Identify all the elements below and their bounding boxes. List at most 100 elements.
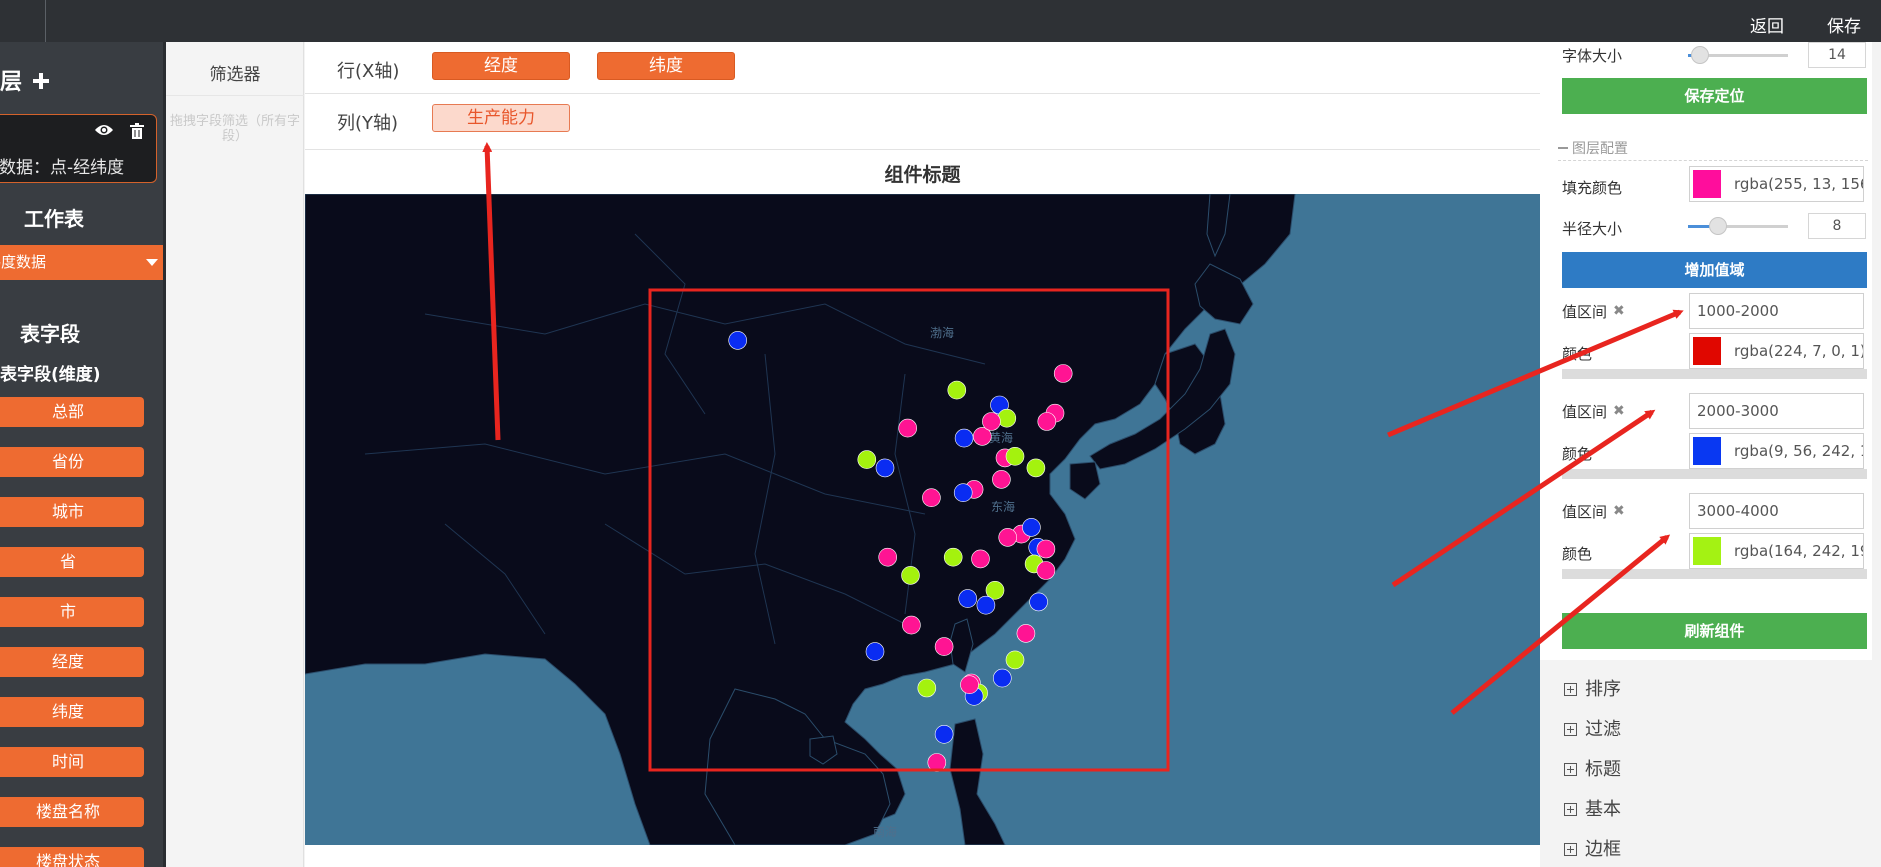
refresh-component-button[interactable]: 刷新组件: [1562, 613, 1867, 649]
range-color-picker[interactable]: rgba(9, 56, 242, 1): [1689, 433, 1864, 469]
layer-config-label: 图层配置: [1572, 141, 1628, 157]
delete-range-icon[interactable]: ✖: [1613, 503, 1625, 519]
radius-slider[interactable]: [1688, 217, 1788, 235]
map-point[interactable]: [902, 615, 921, 635]
map-point[interactable]: [953, 483, 973, 503]
field-chip[interactable]: 纬度: [0, 697, 144, 727]
range-input[interactable]: 3000-4000: [1689, 493, 1864, 529]
field-chip[interactable]: 省份: [0, 447, 144, 477]
map-point[interactable]: [934, 637, 954, 656]
dimension-title: 表字段(维度): [0, 365, 101, 385]
map-chart[interactable]: 渤海黄海东海南海: [305, 194, 1540, 845]
map-point[interactable]: [1053, 364, 1073, 383]
x-field-chip[interactable]: 纬度: [597, 52, 735, 80]
delete-range-icon[interactable]: ✖: [1613, 303, 1625, 319]
map-point[interactable]: [898, 418, 918, 438]
range-color-picker[interactable]: rgba(164, 242, 19, 1): [1689, 533, 1864, 569]
range-input[interactable]: 1000-2000: [1689, 293, 1864, 329]
map-point[interactable]: [1036, 561, 1056, 580]
accordion-label: 边框: [1585, 839, 1621, 860]
fill-color-swatch[interactable]: [1693, 170, 1721, 198]
map-point[interactable]: [865, 642, 885, 661]
map-point[interactable]: [927, 753, 947, 772]
accordion-item[interactable]: 过滤: [1564, 715, 1621, 741]
field-chip[interactable]: 省: [0, 547, 144, 577]
map-point[interactable]: [997, 408, 1017, 428]
font-size-slider[interactable]: [1688, 46, 1788, 64]
save-position-button[interactable]: 保存定位: [1562, 78, 1867, 114]
back-button[interactable]: 返回: [1750, 12, 1784, 37]
layer-card-label: 数据：点-经纬度: [0, 158, 125, 178]
layer-card[interactable]: 数据：点-经纬度: [0, 114, 157, 183]
map-point[interactable]: [1005, 446, 1025, 466]
range-color-value: rgba(164, 242, 19, 1): [1734, 542, 1863, 560]
map-point[interactable]: [1026, 458, 1046, 478]
field-chip[interactable]: 楼盘名称: [0, 797, 144, 827]
map-point[interactable]: [992, 668, 1012, 688]
range-color-swatch[interactable]: [1693, 537, 1721, 565]
map-point[interactable]: [971, 549, 990, 569]
field-chip[interactable]: 城市: [0, 497, 144, 527]
fill-color-picker[interactable]: rgba(255, 13, 156, 1): [1689, 166, 1864, 202]
save-button[interactable]: 保存: [1827, 12, 1861, 37]
map-point[interactable]: [901, 566, 920, 585]
radius-input[interactable]: 8: [1808, 213, 1866, 239]
field-chip[interactable]: 经度: [0, 647, 144, 677]
range-label: 值区间: [1562, 403, 1608, 421]
map-point[interactable]: [958, 589, 978, 608]
sea-label: 东海: [991, 499, 1015, 514]
map-point[interactable]: [917, 678, 937, 698]
map-point[interactable]: [878, 547, 898, 567]
filter-drop-hint[interactable]: 拖拽字段筛选（所有字段）: [166, 114, 304, 144]
worksheet-select[interactable]: 纬度数据: [0, 245, 163, 280]
map-point[interactable]: [982, 412, 1001, 431]
accordion-item[interactable]: 排序: [1564, 675, 1621, 701]
range-input[interactable]: 2000-3000: [1689, 393, 1864, 429]
map-point[interactable]: [960, 675, 979, 695]
map-point[interactable]: [954, 428, 974, 448]
radius-label: 半径大小: [1562, 220, 1623, 238]
eye-icon[interactable]: [94, 123, 114, 137]
map-point[interactable]: [943, 547, 963, 567]
accordion-item[interactable]: 基本: [1564, 795, 1621, 821]
trash-icon[interactable]: [130, 123, 144, 139]
expand-icon: [1564, 683, 1577, 696]
map-point[interactable]: [1016, 624, 1036, 643]
map-point[interactable]: [728, 331, 748, 350]
accordion-label: 排序: [1585, 679, 1621, 700]
map-point[interactable]: [1037, 412, 1057, 431]
map-point[interactable]: [947, 380, 967, 400]
field-chip[interactable]: 时间: [0, 747, 144, 777]
add-range-button[interactable]: 增加值域: [1562, 252, 1867, 288]
map-point[interactable]: [1005, 650, 1025, 670]
map-point[interactable]: [857, 450, 877, 469]
font-size-slider-knob[interactable]: [1691, 46, 1709, 64]
map-point[interactable]: [1036, 539, 1056, 559]
x-field-chip[interactable]: 经度: [432, 52, 570, 80]
add-layer-icon[interactable]: [32, 72, 50, 90]
field-chip[interactable]: 总部: [0, 397, 144, 427]
layer-config-header[interactable]: 图层配置: [1558, 138, 1628, 158]
range-label: 值区间: [1562, 303, 1608, 321]
expand-icon: [1564, 763, 1577, 776]
map-point[interactable]: [1022, 518, 1041, 537]
map-point[interactable]: [922, 488, 941, 508]
map-point[interactable]: [875, 458, 895, 478]
font-size-input[interactable]: 14: [1808, 42, 1866, 68]
map-point[interactable]: [976, 595, 996, 615]
field-chip[interactable]: 楼盘状态: [0, 847, 144, 867]
radius-slider-knob[interactable]: [1709, 217, 1727, 235]
accordion-item[interactable]: 边框: [1564, 835, 1621, 861]
accordion-item[interactable]: 标题: [1564, 755, 1621, 781]
range-label: 值区间: [1562, 503, 1608, 521]
map-point[interactable]: [1029, 592, 1048, 612]
map-point[interactable]: [992, 470, 1011, 489]
y-field-chip[interactable]: 生产能力: [432, 104, 570, 132]
range-color-picker[interactable]: rgba(224, 7, 0, 1): [1689, 333, 1864, 369]
map-point[interactable]: [934, 724, 954, 744]
range-color-swatch[interactable]: [1693, 437, 1721, 465]
delete-range-icon[interactable]: ✖: [1613, 403, 1625, 419]
field-chip[interactable]: 市: [0, 597, 144, 627]
map-point[interactable]: [998, 528, 1018, 547]
range-color-swatch[interactable]: [1693, 337, 1721, 365]
